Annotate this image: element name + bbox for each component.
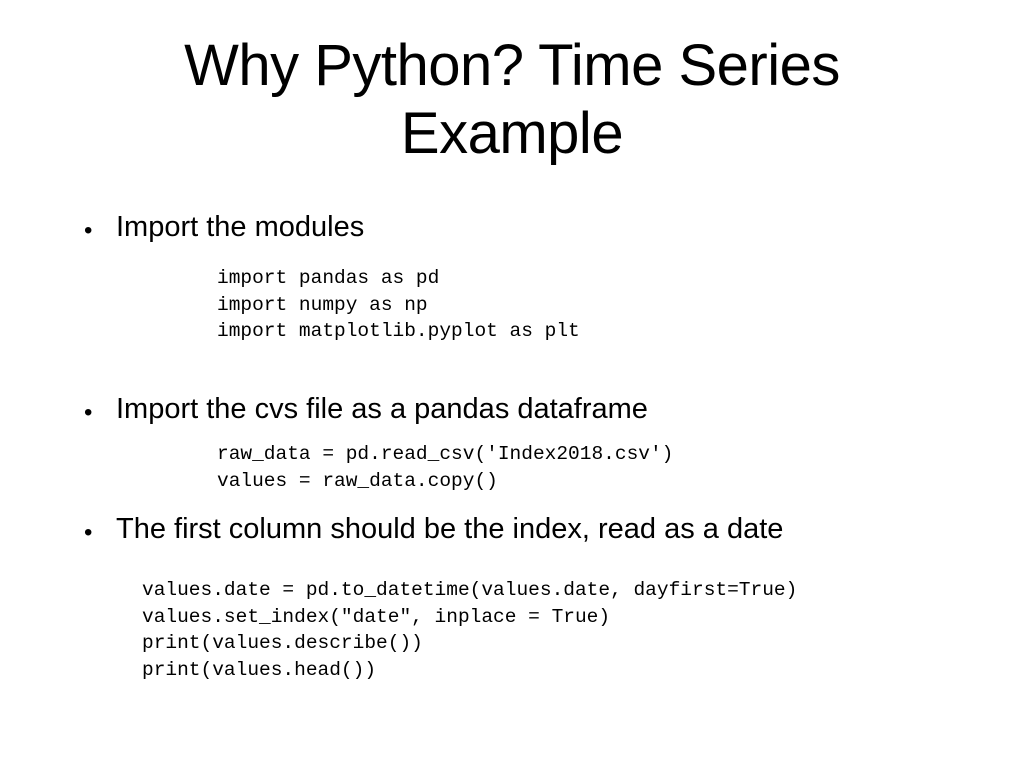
code-line: values.date = pd.to_datetime(values.date… <box>142 579 798 601</box>
code-block-datetime-index: values.date = pd.to_datetime(values.date… <box>142 577 797 683</box>
code-block-imports: import pandas as pd import numpy as np imp… <box>217 265 580 345</box>
bullet-text: The first column should be the index, re… <box>116 513 784 545</box>
code-line: import pandas as pd <box>217 267 440 289</box>
title-line-2: Example <box>400 101 624 166</box>
code-line: print(values.describe()) <box>142 632 423 654</box>
code-block-read-csv: raw_data = pd.read_csv('Index2018.csv')v… <box>217 441 673 494</box>
bullet-dot-icon: • <box>84 399 93 426</box>
code-line: values = raw_data.copy() <box>217 469 498 492</box>
code-line: import matplotlib.pyplot as plt <box>217 320 580 342</box>
bullet-dot-icon: • <box>84 519 93 546</box>
bullet-text: Import the modules <box>116 211 365 243</box>
title-line-1: Why Python? Time Series <box>184 33 840 98</box>
slide-title: Why Python? Time Series Example <box>0 32 1024 168</box>
code-line: print(values.head()) <box>142 658 377 681</box>
bullet-dot-icon: • <box>84 217 93 244</box>
code-line: values.set_index("date", inplace = True) <box>142 605 611 628</box>
code-line: raw_data = pd.read_csv('Index2018.csv') <box>217 443 674 465</box>
bullet-text: Import the cvs file as a pandas datafram… <box>116 393 648 425</box>
code-line: import numpy as np <box>217 293 428 316</box>
